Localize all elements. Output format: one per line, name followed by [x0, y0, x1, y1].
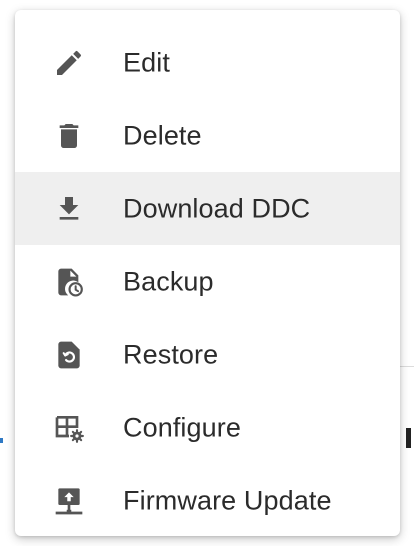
- download-icon: [51, 191, 87, 227]
- menu-item-configure[interactable]: Configure: [15, 391, 400, 464]
- trash-icon: [51, 118, 87, 154]
- context-menu: Edit Delete Download DDC Backup Restore …: [15, 10, 400, 536]
- menu-item-edit[interactable]: Edit: [15, 26, 400, 99]
- configure-grid-gear-icon: [51, 410, 87, 446]
- menu-item-label: Configure: [123, 412, 241, 442]
- menu-item-label: Download DDC: [123, 193, 311, 223]
- menu-item-label: Restore: [123, 339, 219, 369]
- menu-item-label: Edit: [123, 47, 170, 77]
- restore-file-icon: [51, 337, 87, 373]
- menu-item-download-ddc[interactable]: Download DDC: [15, 172, 400, 245]
- pencil-icon: [51, 45, 87, 81]
- menu-item-firmware-update[interactable]: Firmware Update: [15, 464, 400, 537]
- menu-item-label: Backup: [123, 266, 214, 296]
- menu-item-restore[interactable]: Restore: [15, 318, 400, 391]
- menu-item-backup[interactable]: Backup: [15, 245, 400, 318]
- page: Edit Delete Download DDC Backup Restore …: [0, 0, 414, 546]
- background-divider: [398, 366, 414, 367]
- firmware-update-icon: [51, 483, 87, 519]
- menu-item-delete[interactable]: Delete: [15, 99, 400, 172]
- menu-item-label: Firmware Update: [123, 485, 332, 515]
- background-text-fragment: [0, 438, 3, 443]
- background-text-fragment: [406, 428, 411, 448]
- menu-item-label: Delete: [123, 120, 202, 150]
- backup-file-icon: [51, 264, 87, 300]
